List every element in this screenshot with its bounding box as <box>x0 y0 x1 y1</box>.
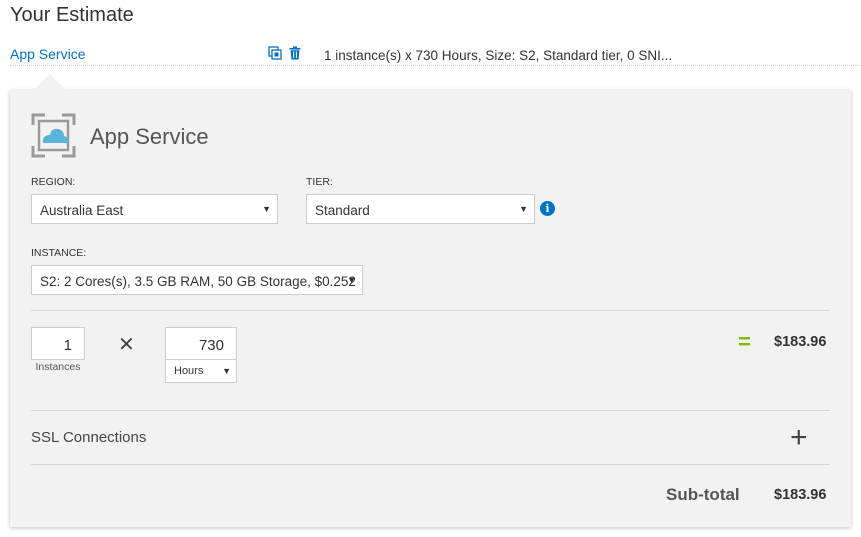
trash-icon[interactable] <box>288 46 302 60</box>
instances-input[interactable]: 1 <box>31 327 85 360</box>
ssl-connections-label: SSL Connections <box>31 429 147 446</box>
section-divider <box>31 464 830 465</box>
service-config-panel <box>10 90 851 527</box>
add-ssl-button[interactable]: + <box>790 423 808 453</box>
chevron-down-icon: ▼ <box>347 275 356 285</box>
estimate-service-link[interactable]: App Service <box>10 46 85 62</box>
region-label: REGION: <box>31 176 76 188</box>
tier-select[interactable]: Standard ▼ <box>306 194 535 224</box>
hours-input[interactable]: 730 <box>165 327 237 360</box>
row-divider <box>10 65 860 66</box>
app-service-logo-icon <box>31 113 76 158</box>
equals-icon: = <box>738 329 751 354</box>
section-divider <box>31 410 830 411</box>
multiply-icon: ✕ <box>118 334 135 356</box>
copy-icon[interactable] <box>268 46 282 60</box>
estimate-summary: 1 instance(s) x 730 Hours, Size: S2, Sta… <box>324 48 673 63</box>
hours-unit-select[interactable]: Hours ▼ <box>165 359 237 383</box>
page-title: Your Estimate <box>10 4 134 26</box>
line-price: $183.96 <box>774 334 827 350</box>
instance-value: S2: 2 Cores(s), 3.5 GB RAM, 50 GB Storag… <box>40 274 356 289</box>
instance-select[interactable]: S2: 2 Cores(s), 3.5 GB RAM, 50 GB Storag… <box>31 265 363 295</box>
region-value: Australia East <box>40 203 124 218</box>
subtotal-label: Sub-total <box>666 485 740 504</box>
panel-caret <box>33 74 67 91</box>
instance-label: INSTANCE: <box>31 247 87 259</box>
chevron-down-icon: ▼ <box>519 204 528 214</box>
info-icon[interactable]: i <box>540 201 555 216</box>
service-title: App Service <box>90 124 209 149</box>
tier-value: Standard <box>315 203 370 218</box>
hours-unit-value: Hours <box>174 365 204 377</box>
chevron-down-icon: ▼ <box>262 204 271 214</box>
instances-label: Instances <box>35 361 81 373</box>
tier-label: TIER: <box>306 176 333 188</box>
subtotal-value: $183.96 <box>774 487 827 503</box>
chevron-down-icon: ▼ <box>222 366 231 376</box>
section-divider <box>31 310 830 311</box>
region-select[interactable]: Australia East ▼ <box>31 194 278 224</box>
